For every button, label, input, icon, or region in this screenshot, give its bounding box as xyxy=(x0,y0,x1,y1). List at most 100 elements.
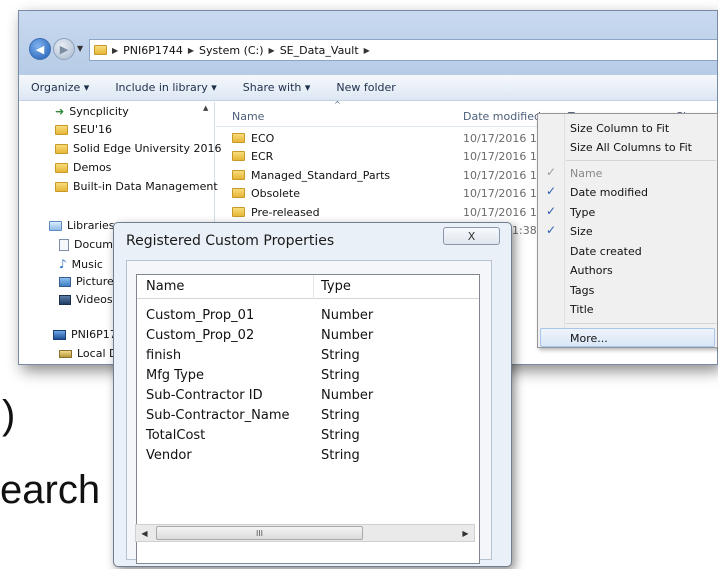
address-bar[interactable]: ▶ PNI6P1744 ▶ System (C:) ▶ SE_Data_Vaul… xyxy=(89,39,717,61)
nav-item-libraries[interactable]: Libraries xyxy=(49,219,115,232)
chevron-right-icon[interactable]: ▶ xyxy=(112,46,118,55)
pictures-icon xyxy=(59,276,71,287)
menu-item-title[interactable]: Title xyxy=(538,300,717,318)
folder-icon xyxy=(232,151,245,161)
property-name: Sub-Contractor_Name xyxy=(146,408,290,423)
videos-icon xyxy=(59,294,71,305)
registered-custom-properties-dialog: Registered Custom Properties X Name Type… xyxy=(113,222,512,567)
chevron-right-icon[interactable]: ▶ xyxy=(364,46,370,55)
folder-icon xyxy=(55,162,68,173)
nav-item-local-disk[interactable]: Local Di xyxy=(59,347,121,360)
folder-icon xyxy=(232,188,245,198)
menu-item-tags[interactable]: Tags xyxy=(538,281,717,299)
menu-item-label: More... xyxy=(570,331,608,345)
property-type: String xyxy=(321,348,360,363)
breadcrumb-drive[interactable]: System (C:) xyxy=(199,44,264,57)
back-arrow-icon: ◀ xyxy=(35,42,45,56)
menu-item-date-modified[interactable]: ✓ Date modified xyxy=(538,183,717,201)
recent-pages-dropdown[interactable]: ▼ xyxy=(77,44,83,53)
file-name: ECO xyxy=(251,131,275,145)
nav-item-label: Videos xyxy=(76,293,113,306)
breadcrumb-folder[interactable]: SE_Data_Vault xyxy=(280,44,359,57)
menu-item-more[interactable]: More... xyxy=(538,329,717,347)
folder-icon xyxy=(232,133,245,143)
list-row[interactable]: Custom_Prop_01 Number xyxy=(137,308,479,328)
share-with-button[interactable]: Share with ▾ xyxy=(243,81,311,94)
menu-item-label: Date modified xyxy=(570,185,648,199)
property-name: finish xyxy=(146,348,182,363)
nav-item-demos[interactable]: Demos xyxy=(55,161,111,174)
chevron-right-icon[interactable]: ▶ xyxy=(269,46,275,55)
new-folder-button[interactable]: New folder xyxy=(336,81,395,94)
file-name-cell: ECR xyxy=(232,150,273,163)
properties-list[interactable]: Name Type Custom_Prop_01 Number Custom_P… xyxy=(136,274,480,564)
include-in-library-button[interactable]: Include in library ▾ xyxy=(115,81,216,94)
column-header-date[interactable]: Date modified xyxy=(463,110,541,123)
folder-icon xyxy=(94,45,107,55)
file-name: Obsolete xyxy=(251,186,301,200)
documents-icon xyxy=(59,238,69,251)
column-context-menu: Size Column to Fit Size All Columns to F… xyxy=(537,113,718,348)
column-header-name[interactable]: Name xyxy=(146,279,184,294)
checkmark-icon: ✓ xyxy=(546,223,557,237)
menu-item-size-all-columns-to-fit[interactable]: Size All Columns to Fit xyxy=(538,138,717,156)
file-name: Managed_Standard_Parts xyxy=(251,168,391,182)
nav-item-label: SEU'16 xyxy=(73,123,113,136)
list-row[interactable]: Sub-Contractor ID Number xyxy=(137,388,479,408)
nav-item-label: Libraries xyxy=(67,219,115,232)
column-header-name[interactable]: Name xyxy=(232,110,264,123)
nav-item-label: Built-in Data Management xyxy=(73,180,218,193)
organize-button[interactable]: Organize ▾ xyxy=(31,81,89,94)
list-row[interactable]: finish String xyxy=(137,348,479,368)
slide-text-paren: ) xyxy=(2,393,16,437)
nav-item-label: Demos xyxy=(73,161,112,174)
column-divider[interactable] xyxy=(313,275,314,299)
chevron-right-icon[interactable]: ▶ xyxy=(188,46,194,55)
close-button[interactable]: X xyxy=(443,227,500,245)
menu-item-label: Authors xyxy=(570,263,613,277)
checkmark-icon: ✓ xyxy=(546,204,557,218)
menu-item-type[interactable]: ✓ Type xyxy=(538,203,717,221)
nav-item-built-in-data-management[interactable]: Built-in Data Management xyxy=(55,180,218,193)
nav-item-solid-edge-university[interactable]: Solid Edge University 2016 xyxy=(55,142,221,155)
column-header-type[interactable]: Type xyxy=(321,279,351,294)
nav-item-label: Music xyxy=(71,257,103,271)
list-row[interactable]: Mfg Type String xyxy=(137,368,479,388)
property-type: Number xyxy=(321,308,374,323)
nav-item-music[interactable]: ♪ Music xyxy=(59,257,103,271)
drive-icon xyxy=(59,349,72,358)
property-type: String xyxy=(321,368,360,383)
list-row[interactable]: Custom_Prop_02 Number xyxy=(137,328,479,348)
sync-icon: ➜ xyxy=(55,105,65,118)
menu-item-label: Date created xyxy=(570,244,642,258)
property-name: Custom_Prop_01 xyxy=(146,308,255,323)
breadcrumb-computer[interactable]: PNI6P1744 xyxy=(123,44,183,57)
sort-indicator-icon: ^ xyxy=(334,100,341,109)
list-row[interactable]: Sub-Contractor_Name String xyxy=(137,408,479,428)
property-name: Sub-Contractor ID xyxy=(146,388,263,403)
menu-item-date-created[interactable]: Date created xyxy=(538,242,717,260)
nav-item-documents[interactable]: Docume xyxy=(59,238,120,251)
forward-button[interactable]: ▶ xyxy=(53,38,75,60)
back-button[interactable]: ◀ xyxy=(29,38,51,60)
nav-item-videos[interactable]: Videos xyxy=(59,293,113,306)
computer-icon xyxy=(53,329,66,340)
nav-item-pictures[interactable]: Pictures xyxy=(59,275,120,288)
menu-item-label: Title xyxy=(570,302,594,316)
nav-item-syncplicity[interactable]: ➜ Syncplicity xyxy=(55,105,129,118)
scroll-up-icon[interactable]: ▲ xyxy=(203,104,208,112)
scroll-right-icon[interactable]: ▶ xyxy=(457,525,474,541)
folder-icon xyxy=(232,207,245,217)
list-row[interactable]: Vendor String xyxy=(137,448,479,468)
list-row[interactable]: TotalCost String xyxy=(137,428,479,448)
menu-item-label: Size Column to Fit xyxy=(570,121,670,135)
scroll-left-icon[interactable]: ◀ xyxy=(136,525,153,541)
menu-separator xyxy=(566,160,716,161)
horizontal-scrollbar[interactable]: ◀ III ▶ xyxy=(135,524,475,542)
menu-item-size-column-to-fit[interactable]: Size Column to Fit xyxy=(538,119,717,137)
menu-item-authors[interactable]: Authors xyxy=(538,261,717,279)
menu-item-size[interactable]: ✓ Size xyxy=(538,222,717,240)
property-name: Custom_Prop_02 xyxy=(146,328,255,343)
nav-item-seu16[interactable]: SEU'16 xyxy=(55,123,112,136)
scroll-thumb[interactable]: III xyxy=(156,526,363,540)
